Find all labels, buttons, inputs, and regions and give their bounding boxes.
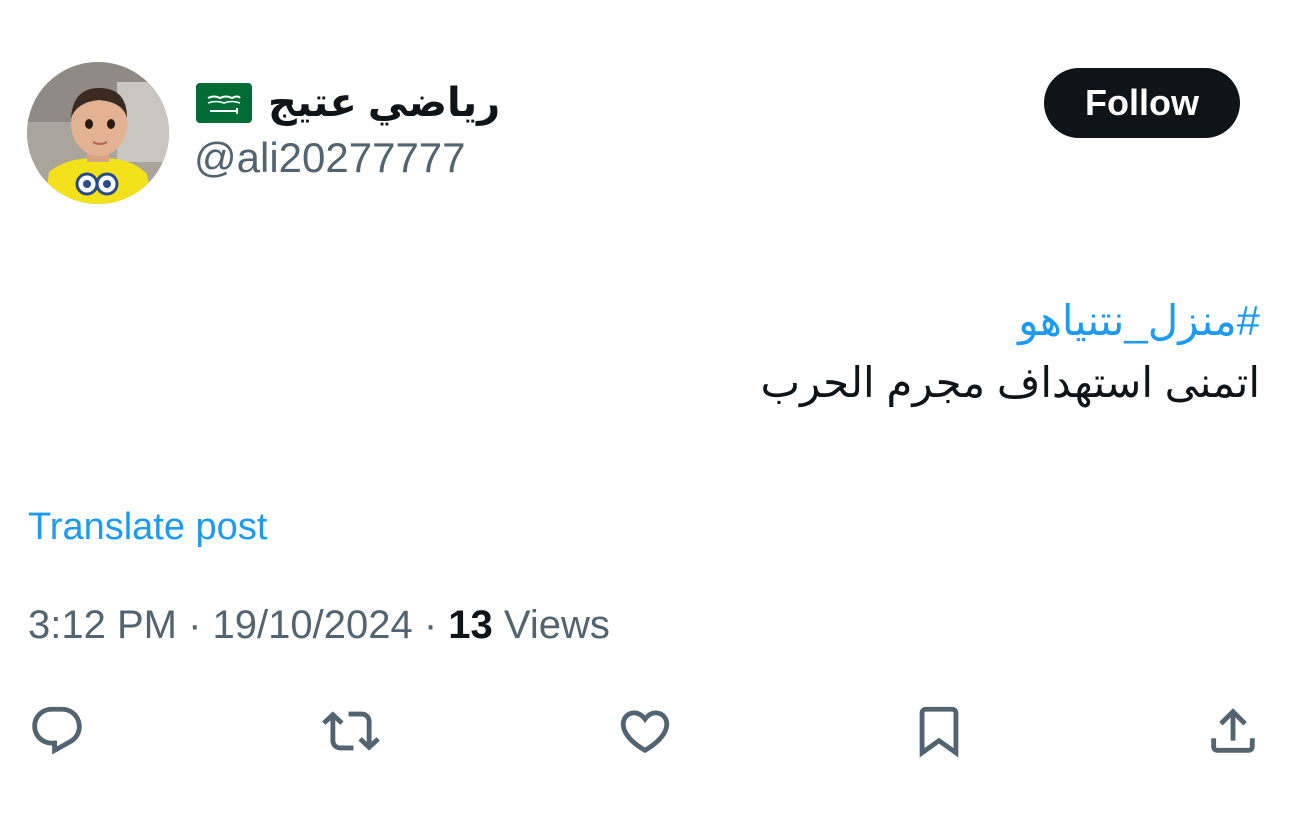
reply-button[interactable] xyxy=(26,700,88,762)
repost-icon xyxy=(322,711,380,751)
tweet-actions xyxy=(0,700,1290,762)
tweet-body: #منزل_نتنياهو اتمنى استهداف مجرم الحرب xyxy=(260,290,1260,414)
share-icon xyxy=(1211,708,1255,753)
tweet-meta: 3:12 PM · 19/10/2024 · 13 Views xyxy=(28,603,610,648)
author-handle[interactable]: @ali20277777 xyxy=(194,134,466,182)
reply-icon xyxy=(32,706,82,755)
tweet-text: اتمنى استهداف مجرم الحرب xyxy=(760,359,1260,406)
follow-button[interactable]: Follow xyxy=(1044,68,1240,138)
views-count[interactable]: 13 xyxy=(448,603,493,647)
share-button[interactable] xyxy=(1202,700,1264,762)
like-button[interactable] xyxy=(614,700,676,762)
hashtag-link[interactable]: #منزل_نتنياهو xyxy=(260,290,1260,352)
heart-icon xyxy=(620,710,670,754)
repost-button[interactable] xyxy=(320,700,382,762)
tweet-date[interactable]: 19/10/2024 xyxy=(213,603,413,647)
avatar-image xyxy=(27,62,169,204)
author-display-name[interactable]: رياضي عتيج xyxy=(268,80,500,126)
translate-post-link[interactable]: Translate post xyxy=(28,506,267,549)
avatar[interactable] xyxy=(27,62,169,204)
author-name-row: رياضي عتيج xyxy=(196,72,500,134)
bookmark-button[interactable] xyxy=(908,700,970,762)
meta-separator: · xyxy=(176,603,213,647)
meta-separator: · xyxy=(412,603,449,647)
views-label: Views xyxy=(492,603,610,647)
bookmark-icon xyxy=(919,706,959,758)
saudi-arabia-flag-icon xyxy=(196,83,252,123)
tweet-time[interactable]: 3:12 PM xyxy=(28,603,177,647)
